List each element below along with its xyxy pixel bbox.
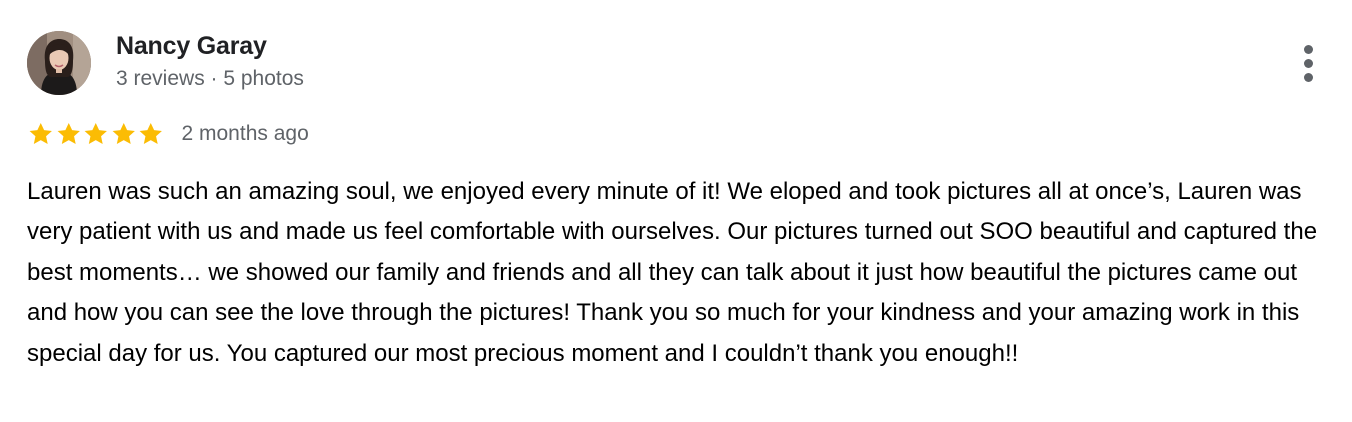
- star-icon: [29, 122, 52, 144]
- rating-row: 2 months ago: [27, 119, 309, 149]
- more-vert-icon-dot: [1304, 73, 1313, 82]
- review-text: Lauren was such an amazing soul, we enjo…: [27, 178, 1318, 367]
- more-options-button[interactable]: [1294, 42, 1322, 86]
- reviewer-name[interactable]: Nancy Garay: [116, 32, 267, 61]
- more-vert-icon-dot: [1304, 59, 1313, 68]
- star-icon: [112, 122, 135, 144]
- star-icon: [139, 122, 162, 144]
- star-icon: [84, 122, 107, 144]
- reviewer-stats[interactable]: 3 reviews · 5 photos: [116, 67, 304, 91]
- more-vert-icon: [1304, 45, 1313, 54]
- profile-photo: [27, 31, 91, 95]
- star-rating: [27, 121, 165, 147]
- review-card: Nancy Garay 3 reviews · 5 photos 2 month…: [0, 0, 1352, 422]
- avatar[interactable]: [27, 31, 91, 95]
- star-icon: [57, 122, 80, 144]
- review-date: 2 months ago: [181, 122, 309, 145]
